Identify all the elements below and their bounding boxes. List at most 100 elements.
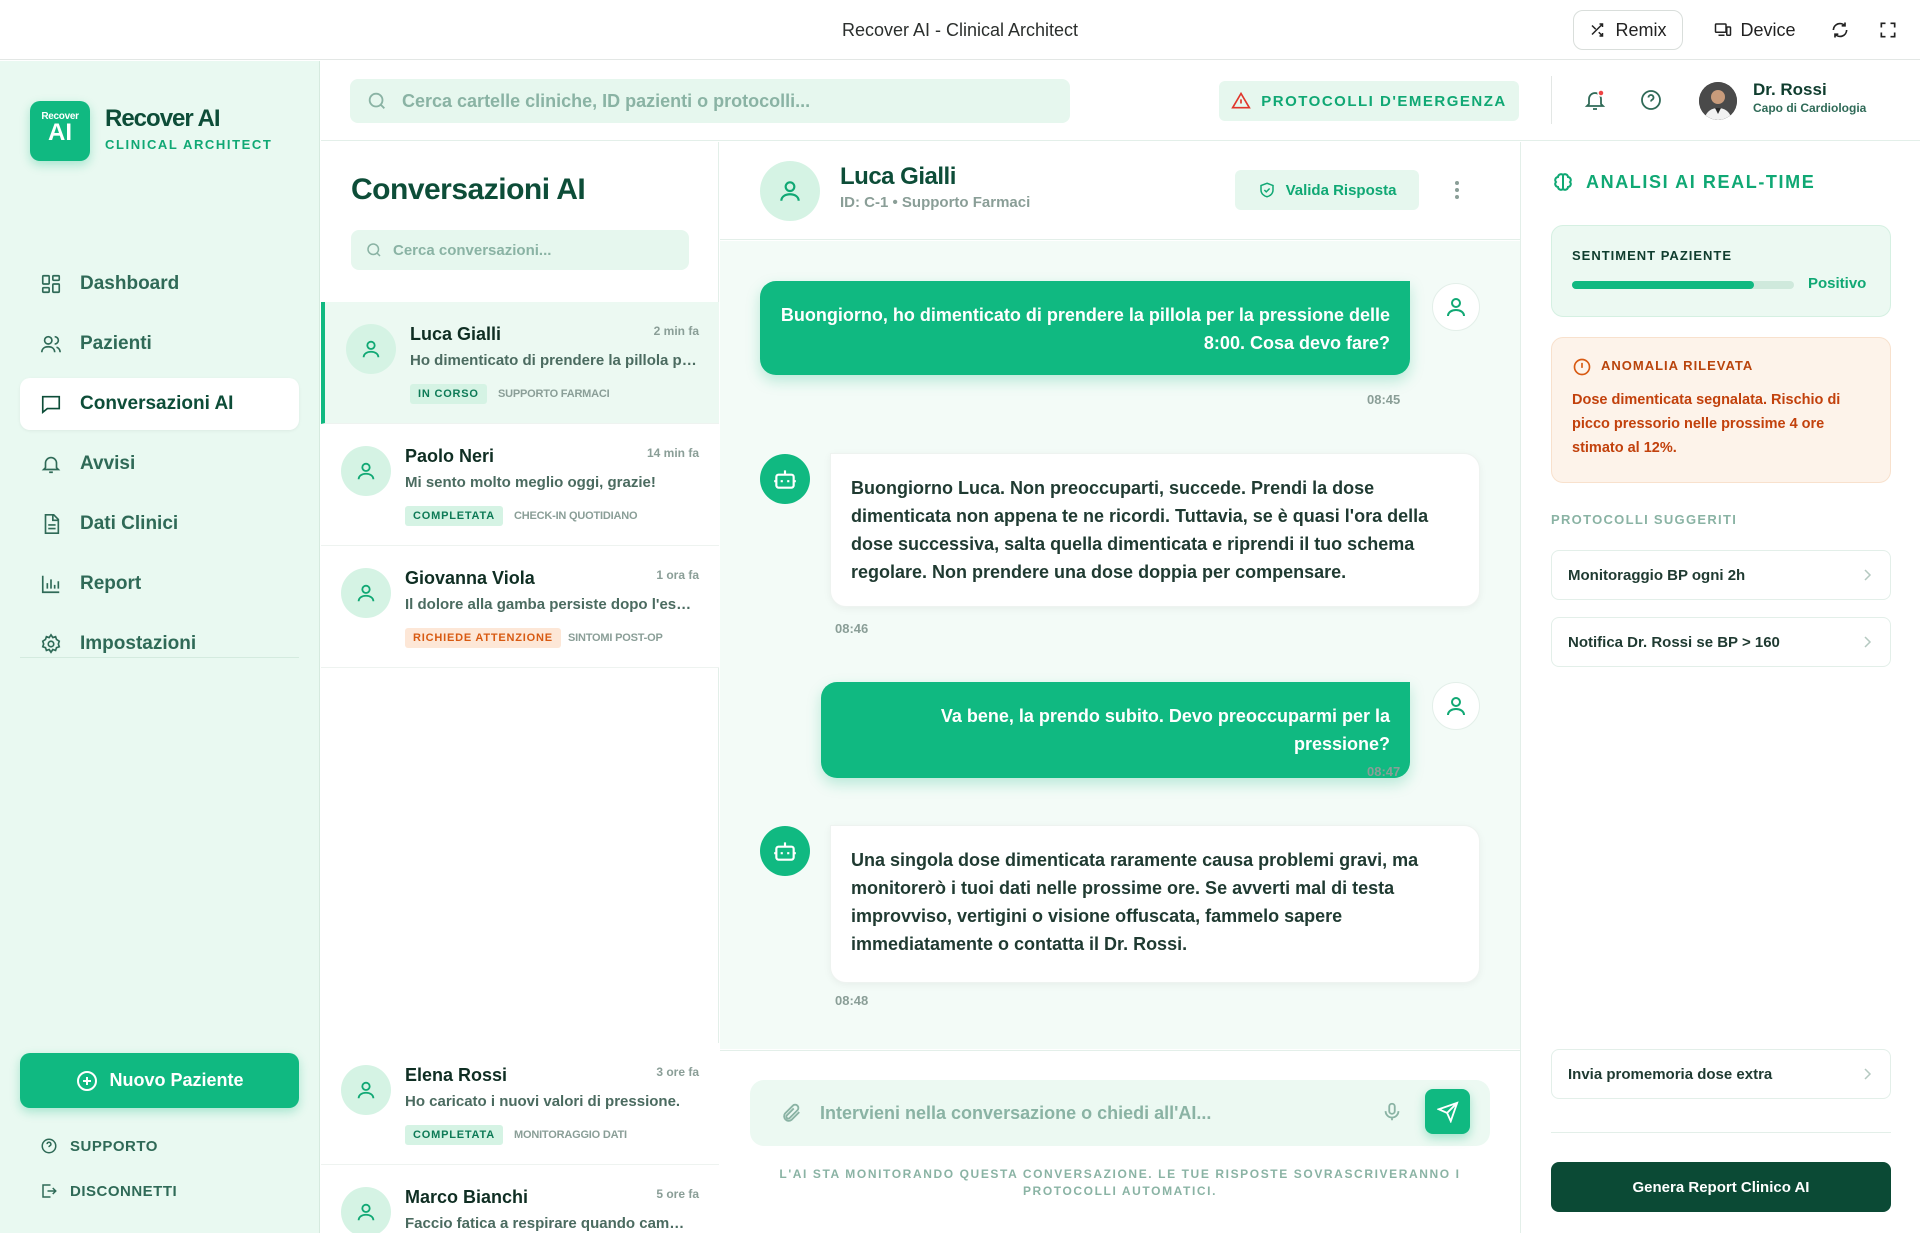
category-label: SUPPORTO FARMACI xyxy=(498,388,610,400)
sidebar-item-pazienti[interactable]: Pazienti xyxy=(20,318,299,370)
users-icon xyxy=(41,335,61,353)
microphone-icon xyxy=(1384,1102,1400,1121)
more-options-button[interactable] xyxy=(1447,178,1467,202)
conversation-item[interactable]: Luca Gialli 2 min fa Ho dimenticato di p… xyxy=(321,302,719,424)
chat-icon xyxy=(41,395,61,414)
status-badge: RICHIEDE ATTENZIONE xyxy=(405,628,561,648)
status-badge: COMPLETATA xyxy=(405,1125,503,1145)
sentiment-card xyxy=(1551,225,1891,317)
search-placeholder: Cerca cartelle cliniche, ID pazienti o p… xyxy=(402,90,811,111)
shield-check-icon xyxy=(1259,182,1274,198)
fullscreen-icon[interactable] xyxy=(1878,20,1898,40)
user-icon xyxy=(357,1081,375,1099)
user-icon xyxy=(357,462,375,480)
user-icon xyxy=(1447,298,1465,317)
bar-chart-icon xyxy=(41,575,60,594)
conversation-time: 2 min fa xyxy=(653,324,699,338)
gear-icon xyxy=(41,633,61,654)
conversation-time: 1 ora fa xyxy=(656,568,699,582)
page-title: Conversazioni AI xyxy=(351,173,586,206)
doctor-avatar[interactable] xyxy=(1699,82,1737,120)
user-icon xyxy=(357,584,375,602)
global-search-input[interactable]: Cerca cartelle cliniche, ID pazienti o p… xyxy=(350,79,1070,123)
anomaly-text: Dose dimenticata segnalata. Rischio di p… xyxy=(1572,392,1841,456)
document-icon xyxy=(44,514,60,534)
conversation-name: Luca Gialli xyxy=(410,324,502,344)
protocol-item[interactable]: Monitoraggio BP ogni 2h xyxy=(1551,550,1891,600)
message-time: 08:45 xyxy=(1367,392,1401,407)
sidebar-item-dati-clinici[interactable]: Dati Clinici xyxy=(20,498,299,550)
protocols-label: PROTOCOLLI SUGGERITI xyxy=(1551,512,1738,527)
search-icon xyxy=(367,243,381,257)
sidebar-item-impostazioni[interactable]: Impostazioni xyxy=(20,618,299,670)
validate-response-button[interactable]: Valida Risposta xyxy=(1235,170,1419,210)
notifications-button[interactable] xyxy=(1583,88,1607,112)
remix-icon xyxy=(1591,23,1604,37)
support-link[interactable]: SUPPORTO xyxy=(40,1137,158,1155)
sidebar-item-avvisi[interactable]: Avvisi xyxy=(20,438,299,490)
remix-button[interactable]: Remix xyxy=(1573,10,1683,50)
sidebar-item-label: Avvisi xyxy=(80,453,136,474)
logout-link[interactable]: DISCONNETTI xyxy=(40,1182,177,1200)
protocol-item[interactable]: Notifica Dr. Rossi se BP > 160 xyxy=(1551,617,1891,667)
category-label: MONITORAGGIO DATI xyxy=(514,1129,627,1141)
conversation-name: Giovanna Viola xyxy=(405,568,535,588)
patient-avatar xyxy=(341,1187,391,1233)
device-button[interactable]: Device xyxy=(1700,10,1810,50)
status-badge: COMPLETATA xyxy=(405,506,503,526)
category-label: SINTOMI POST-OP xyxy=(568,632,663,644)
message-time: 08:47 xyxy=(1367,764,1401,779)
anomaly-title: ANOMALIA RILEVATA xyxy=(1601,358,1754,373)
chat-messages: Buongiorno, ho dimenticato di prendere l… xyxy=(720,241,1520,1049)
chat-message-input[interactable]: Intervieni nella conversazione o chiedi … xyxy=(750,1080,1490,1146)
sentiment-value: Positivo xyxy=(1808,275,1867,292)
brand-subtitle: CLINICAL ARCHITECT xyxy=(105,137,273,152)
conversation-search-input[interactable]: Cerca conversazioni... xyxy=(351,230,689,270)
patient-avatar xyxy=(760,161,820,221)
conversation-item[interactable]: Marco Bianchi 5 ore fa Faccio fatica a r… xyxy=(321,1165,719,1233)
protocol-item[interactable]: Invia promemoria dose extra xyxy=(1551,1049,1891,1099)
conversation-preview: Faccio fatica a respirare quando cammino xyxy=(405,1215,695,1232)
sidebar-item-dashboard[interactable]: Dashboard xyxy=(20,258,299,310)
conversation-preview: Ho caricato i nuovi valori di pressione. xyxy=(405,1093,681,1110)
chevron-right-icon xyxy=(1864,1068,1872,1080)
conversation-time: 5 ore fa xyxy=(656,1187,699,1201)
refresh-icon[interactable] xyxy=(1830,20,1850,40)
sidebar-item-conversazioni[interactable]: Conversazioni AI xyxy=(20,378,299,430)
analysis-divider xyxy=(1551,1132,1891,1133)
user-message-bubble: Buongiorno, ho dimenticato di prendere l… xyxy=(760,281,1410,375)
conversation-time: 3 ore fa xyxy=(656,1065,699,1079)
new-patient-button[interactable]: Nuovo Paziente xyxy=(20,1053,299,1108)
attachment-icon[interactable] xyxy=(780,1102,802,1124)
generate-report-button[interactable]: Genera Report Clinico AI xyxy=(1551,1162,1891,1212)
avatar-photo-icon xyxy=(1699,82,1737,120)
user-icon xyxy=(357,1203,375,1221)
conversation-item[interactable]: Giovanna Viola 1 ora fa Il dolore alla g… xyxy=(321,546,719,668)
microphone-button[interactable] xyxy=(1381,1100,1403,1124)
help-button[interactable] xyxy=(1639,88,1663,112)
plus-circle-icon xyxy=(77,1070,98,1091)
ai-message-bubble: Una singola dose dimenticata raramente c… xyxy=(830,825,1480,983)
conversation-preview: Il dolore alla gamba persiste dopo l'ese… xyxy=(405,596,695,613)
sidebar-item-report[interactable]: Report xyxy=(20,558,299,610)
chat-input-placeholder: Intervieni nella conversazione o chiedi … xyxy=(820,1102,1212,1123)
sentiment-label: SENTIMENT PAZIENTE xyxy=(1572,248,1733,263)
nav-divider xyxy=(20,657,299,658)
doctor-name: Dr. Rossi xyxy=(1753,80,1827,99)
message-time: 08:48 xyxy=(835,993,869,1008)
emergency-protocols-button[interactable]: PROTOCOLLI D'EMERGENZA xyxy=(1219,81,1519,121)
sidebar-item-label: Dashboard xyxy=(80,273,180,294)
sentiment-bar xyxy=(1572,281,1754,289)
patient-avatar xyxy=(341,568,391,618)
conversation-name: Paolo Neri xyxy=(405,446,495,466)
header-divider xyxy=(1551,76,1552,124)
user-message-avatar xyxy=(1432,682,1480,730)
conversation-item[interactable]: Elena Rossi 3 ore fa Ho caricato i nuovi… xyxy=(321,1043,719,1165)
user-icon xyxy=(1447,697,1465,716)
send-button[interactable] xyxy=(1425,1089,1470,1134)
sidebar-item-label: Pazienti xyxy=(80,333,152,354)
window-titlebar: Recover AI - Clinical Architect Remix De… xyxy=(0,0,1920,60)
alert-circle-icon xyxy=(1573,358,1591,376)
message-time: 08:46 xyxy=(835,621,869,636)
conversation-item[interactable]: Paolo Neri 14 min fa Mi sento molto megl… xyxy=(321,424,719,546)
